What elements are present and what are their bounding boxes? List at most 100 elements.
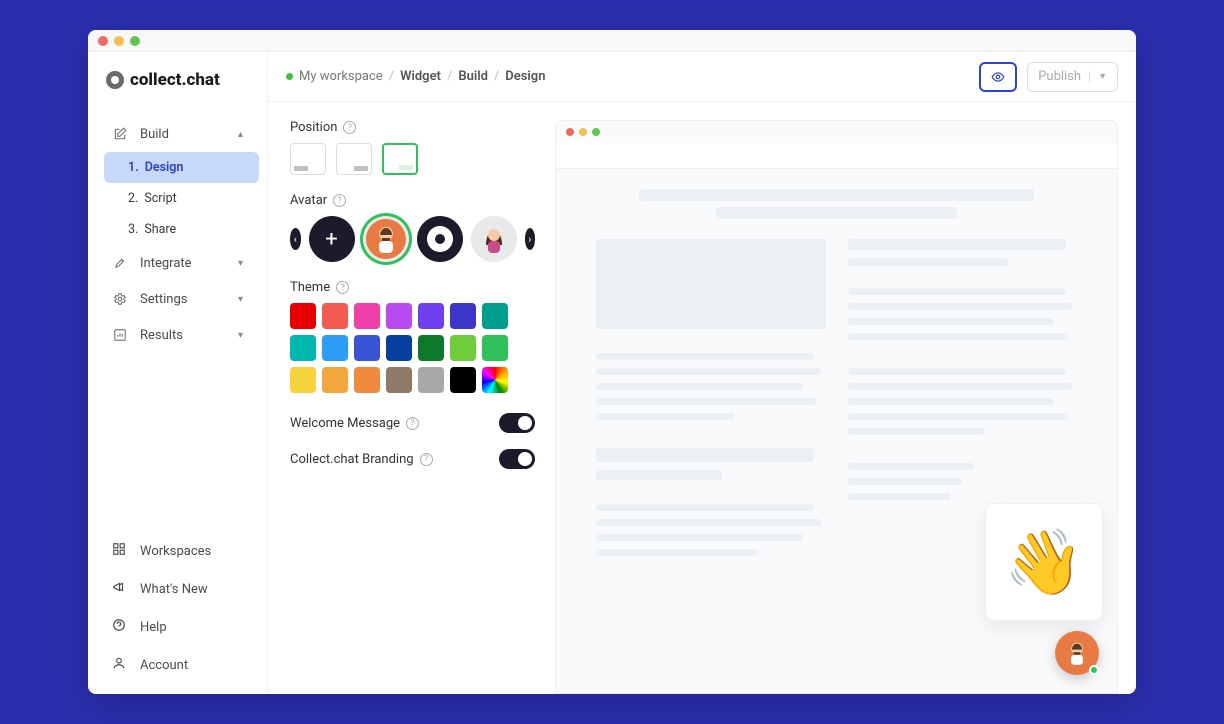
theme-swatch-18[interactable]: [418, 367, 444, 393]
chart-icon: [112, 327, 128, 343]
nav-workspaces[interactable]: Workspaces: [96, 532, 259, 570]
logo-icon: [106, 71, 124, 89]
user-icon: [112, 656, 126, 674]
position-label: Position ?: [290, 120, 535, 135]
theme-swatch-6[interactable]: [482, 303, 508, 329]
topbar: My workspace / Widget / Build / Design P…: [268, 52, 1136, 102]
avatar-man-icon: [1060, 636, 1094, 670]
nav-results[interactable]: Results ▾: [96, 317, 259, 353]
nav-build-label: Build: [140, 127, 226, 142]
crumb-design[interactable]: Design: [505, 69, 545, 84]
preview-pane: 👋: [555, 120, 1118, 694]
sidebar: collect.chat Build ▴ 1. Design 2.: [88, 52, 268, 694]
breadcrumb: My workspace / Widget / Build / Design: [286, 69, 969, 84]
close-dot[interactable]: [98, 36, 108, 46]
welcome-label: Welcome Message ?: [290, 416, 419, 431]
theme-swatch-custom[interactable]: [482, 367, 508, 393]
theme-swatch-12[interactable]: [450, 335, 476, 361]
avatar-add[interactable]: +: [309, 216, 355, 262]
theme-swatch-5[interactable]: [450, 303, 476, 329]
edit-icon: [112, 126, 128, 142]
theme-swatch-17[interactable]: [386, 367, 412, 393]
design-panel: Position ? Avatar ? ‹ +: [290, 120, 535, 694]
rocket-icon: [112, 255, 128, 271]
logo-text: collect.chat: [130, 70, 220, 90]
avatar-option-1[interactable]: [363, 216, 409, 262]
position-center[interactable]: [336, 143, 372, 175]
nav-settings[interactable]: Settings ▾: [96, 281, 259, 317]
chevron-down-icon: ▾: [238, 294, 243, 305]
theme-swatch-3[interactable]: [386, 303, 412, 329]
hero-placeholder: [596, 189, 1077, 219]
maximize-dot[interactable]: [130, 36, 140, 46]
avatar-woman-icon: [474, 219, 514, 259]
theme-swatch-13[interactable]: [482, 335, 508, 361]
theme-swatch-10[interactable]: [386, 335, 412, 361]
publish-button[interactable]: Publish ▼: [1027, 62, 1118, 92]
crumb-build[interactable]: Build: [458, 69, 488, 84]
crumb-widget[interactable]: Widget: [400, 69, 441, 84]
branding-label: Collect.chat Branding ?: [290, 452, 433, 467]
help-icon[interactable]: ?: [406, 417, 419, 430]
welcome-bubble[interactable]: 👋: [985, 503, 1103, 621]
wave-emoji-icon: 👋: [1004, 525, 1084, 600]
avatar-next[interactable]: ›: [525, 228, 536, 250]
theme-swatch-7[interactable]: [290, 335, 316, 361]
grid-icon: [112, 542, 126, 560]
online-status-icon: [1089, 665, 1099, 675]
gear-icon: [112, 291, 128, 307]
theme-swatch-2[interactable]: [354, 303, 380, 329]
subnav-design[interactable]: 1. Design: [104, 152, 259, 183]
help-icon[interactable]: ?: [333, 194, 346, 207]
chat-launcher[interactable]: [1055, 631, 1099, 675]
nav-whats-new[interactable]: What's New: [96, 570, 259, 608]
avatar-man-icon: [366, 219, 406, 259]
nav-integrate[interactable]: Integrate ▾: [96, 245, 259, 281]
help-icon[interactable]: ?: [420, 453, 433, 466]
preview-navbar: [556, 143, 1117, 169]
avatar-option-3[interactable]: [471, 216, 517, 262]
theme-swatch-11[interactable]: [418, 335, 444, 361]
avatar-prev[interactable]: ‹: [290, 228, 301, 250]
nav-help[interactable]: Help: [96, 608, 259, 646]
avatar-option-2[interactable]: [417, 216, 463, 262]
logo[interactable]: collect.chat: [88, 66, 267, 110]
help-icon[interactable]: ?: [343, 121, 356, 134]
theme-swatch-8[interactable]: [322, 335, 348, 361]
chevron-down-icon: ▾: [238, 258, 243, 269]
preview-button[interactable]: [979, 62, 1017, 92]
maximize-dot: [592, 128, 600, 136]
branding-toggle[interactable]: [499, 449, 535, 469]
close-dot: [566, 128, 574, 136]
caret-down-icon: ▼: [1089, 71, 1107, 82]
subnav-share[interactable]: 3. Share: [104, 214, 259, 245]
theme-swatch-14[interactable]: [290, 367, 316, 393]
chevron-down-icon: ▾: [238, 330, 243, 341]
theme-swatch-black[interactable]: [450, 367, 476, 393]
window-titlebar: [88, 30, 1136, 52]
megaphone-icon: [112, 580, 126, 598]
chevron-up-icon: ▴: [238, 129, 243, 140]
nav-account[interactable]: Account: [96, 646, 259, 684]
minimize-dot[interactable]: [114, 36, 124, 46]
status-dot-icon: [286, 73, 293, 80]
position-left[interactable]: [290, 143, 326, 175]
help-icon: [112, 618, 126, 636]
position-right-selected[interactable]: [382, 143, 418, 175]
welcome-toggle[interactable]: [499, 413, 535, 433]
theme-swatch-4[interactable]: [418, 303, 444, 329]
nav-build[interactable]: Build ▴: [96, 116, 259, 152]
theme-swatch-0[interactable]: [290, 303, 316, 329]
theme-swatch-9[interactable]: [354, 335, 380, 361]
chat-bubble-icon: [435, 234, 445, 244]
minimize-dot: [579, 128, 587, 136]
eye-icon: [989, 70, 1007, 84]
help-icon[interactable]: ?: [336, 281, 349, 294]
theme-swatch-15[interactable]: [322, 367, 348, 393]
theme-swatch-16[interactable]: [354, 367, 380, 393]
avatar-label: Avatar ?: [290, 193, 535, 208]
theme-swatch-1[interactable]: [322, 303, 348, 329]
subnav-script[interactable]: 2. Script: [104, 183, 259, 214]
theme-grid: [290, 303, 535, 393]
crumb-workspace[interactable]: My workspace: [299, 69, 383, 84]
